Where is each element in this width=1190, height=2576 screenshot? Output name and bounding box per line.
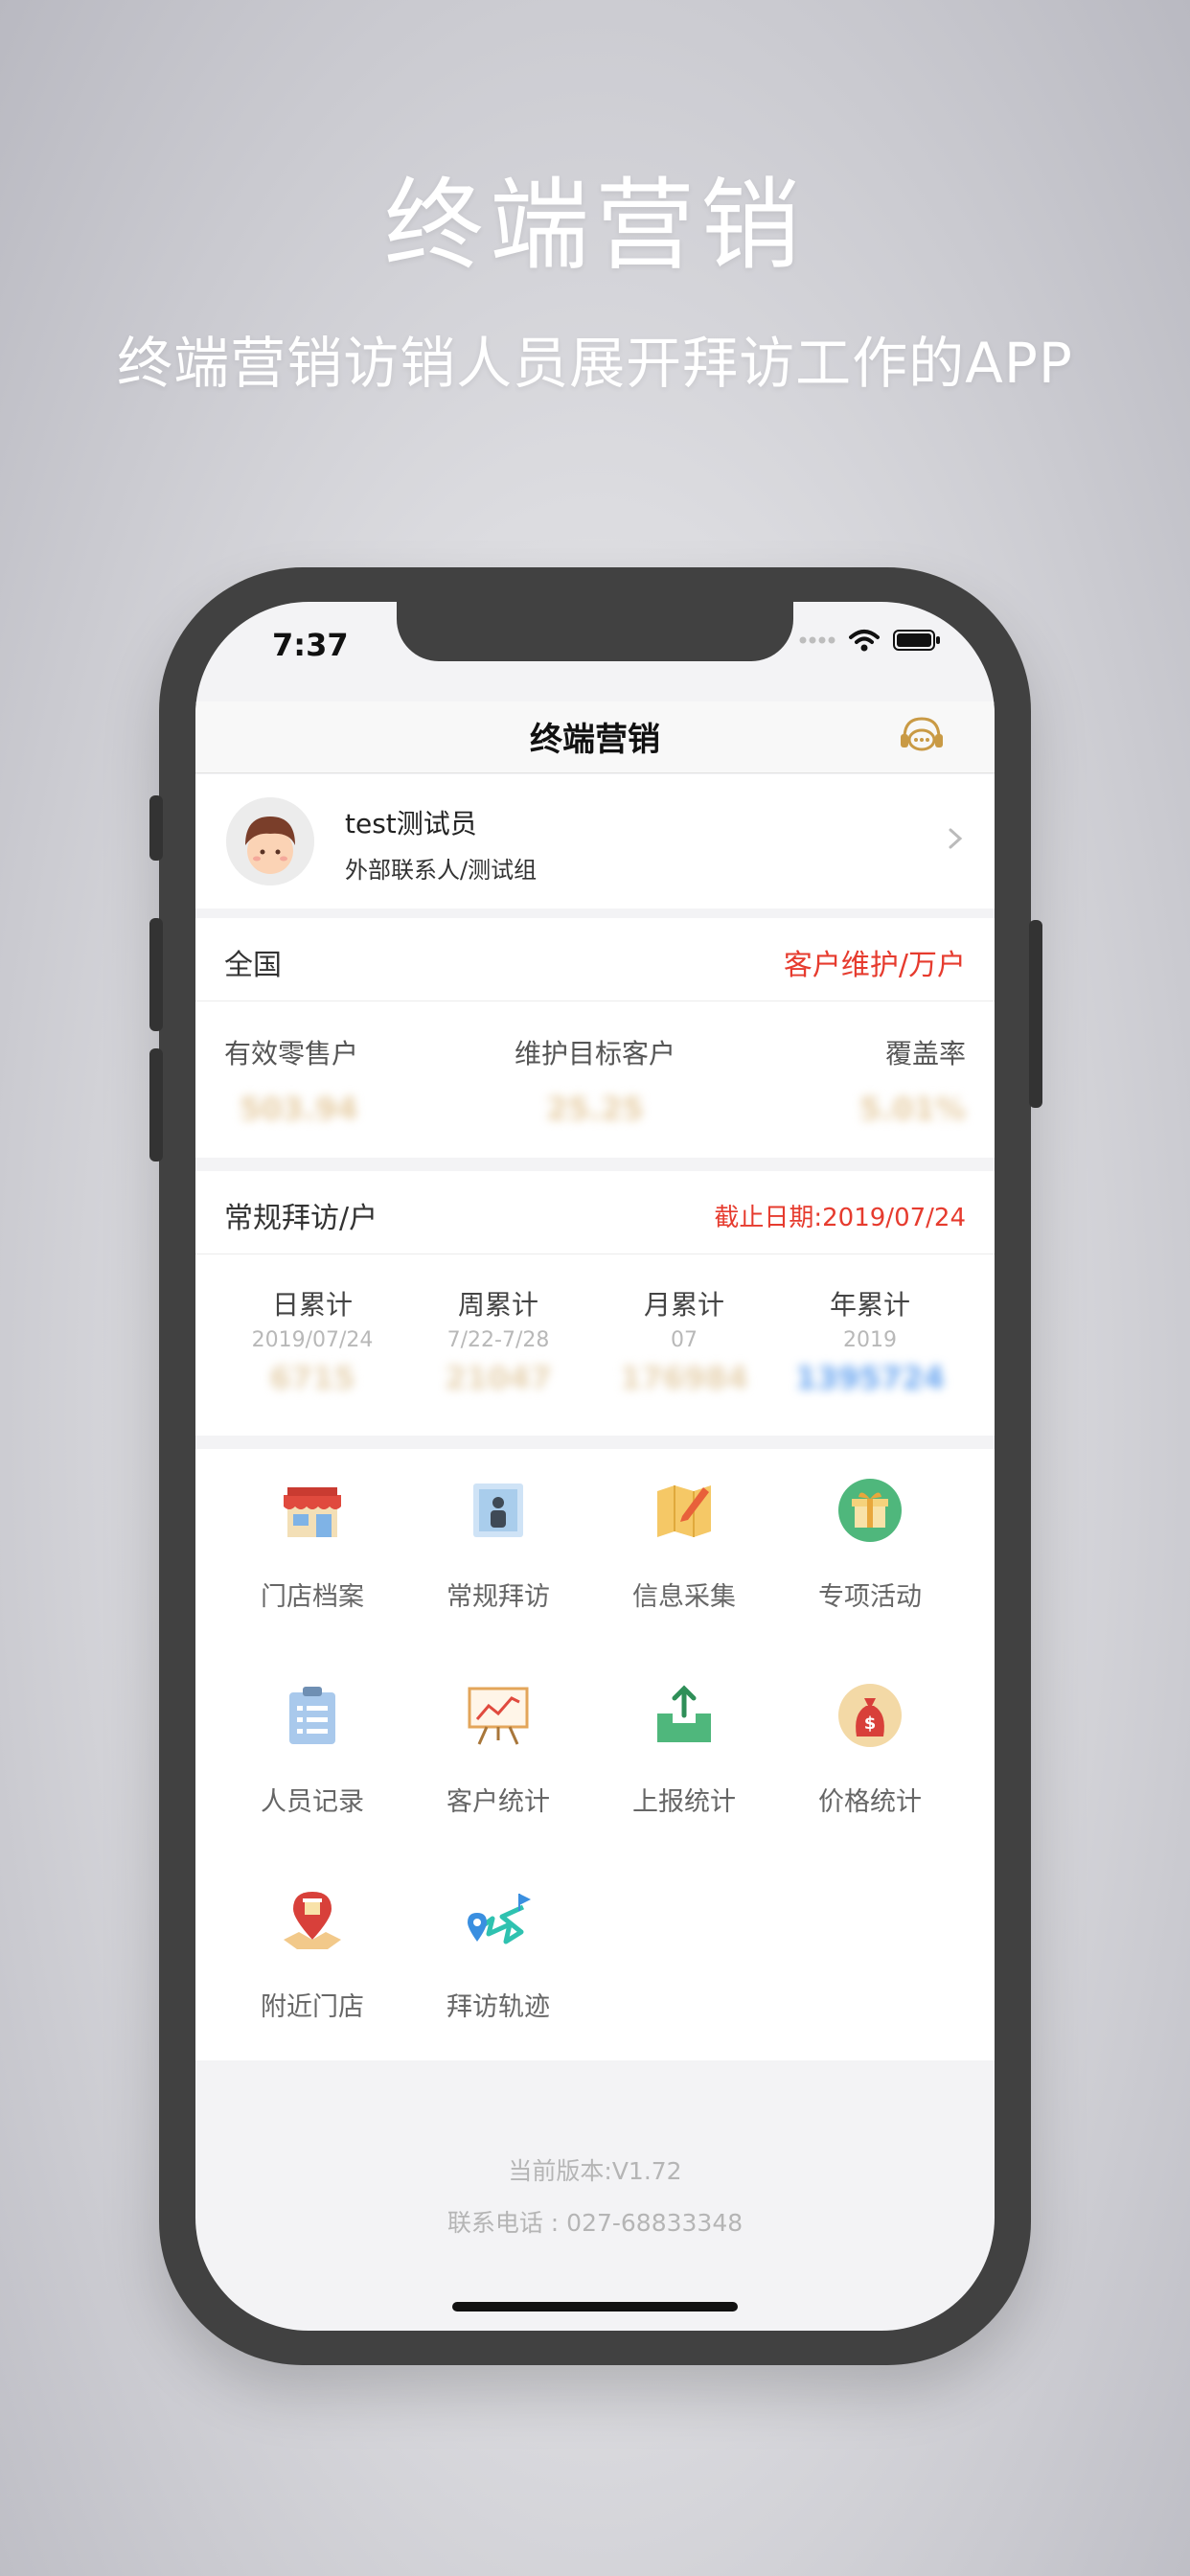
home-indicator[interactable] (452, 2302, 738, 2312)
menu-label: 拜访轨迹 (446, 1992, 550, 2022)
metric-label: 覆盖率 (884, 1038, 966, 1070)
svg-text:$: $ (864, 1714, 877, 1734)
user-org: 外部联系人/测试组 (345, 857, 538, 884)
stat-yearly: 年累计 2019 1395724 (793, 1284, 947, 1396)
menu-nearby-store[interactable]: 附近门店 (220, 1859, 404, 2051)
power-button (1029, 920, 1042, 1108)
chart-board-icon (468, 1687, 529, 1745)
upload-box-icon (657, 1685, 711, 1742)
stat-daily: 日累计 2019/07/24 6715 (236, 1284, 389, 1396)
map-edit-icon (657, 1485, 711, 1537)
menu-special-activity[interactable]: 专项活动 (778, 1449, 962, 1641)
nav-bar: 终端营销 (195, 702, 995, 773)
contact-phone[interactable]: 联系电话 : 027-68833348 (195, 2204, 995, 2239)
avatar (226, 797, 314, 886)
national-header: 全国 客户维护/万户 (195, 918, 995, 1001)
menu-info-collect[interactable]: 信息采集 (592, 1449, 776, 1641)
nearby-pin-icon (284, 1892, 341, 1949)
menu-customer-stats[interactable]: 客户统计 (406, 1654, 590, 1846)
metric-label: 维护目标客户 (514, 1038, 675, 1070)
clipboard-icon (289, 1687, 335, 1744)
stat-value: 21047 (445, 1360, 552, 1396)
user-name: test测试员 (345, 808, 477, 840)
stat-value: 6715 (269, 1360, 355, 1396)
menu-label: 价格统计 (818, 1787, 922, 1817)
battery-icon (893, 630, 940, 651)
menu-label: 信息采集 (632, 1582, 736, 1612)
menu-label: 专项活动 (818, 1582, 922, 1612)
menu-label: 人员记录 (261, 1787, 364, 1817)
visit-person-icon (473, 1484, 523, 1537)
notch (397, 602, 793, 661)
visit-label: 常规拜访/户 (224, 1202, 378, 1235)
menu-staff-record[interactable]: 人员记录 (220, 1654, 404, 1846)
menu-visit-track[interactable]: 拜访轨迹 (406, 1859, 590, 2051)
route-icon (468, 1894, 531, 1944)
national-section: 全国 客户维护/万户 有效零售户 维护目标客户 覆盖率 503.94 25.25… (195, 918, 995, 1158)
menu-label: 门店档案 (261, 1582, 364, 1612)
store-icon (284, 1487, 341, 1537)
menu-regular-visit[interactable]: 常规拜访 (406, 1449, 590, 1641)
silent-switch (149, 795, 163, 861)
stat-date: 07 (671, 1328, 698, 1352)
menu-label: 客户统计 (446, 1787, 550, 1817)
stat-title: 日累计 (271, 1289, 353, 1321)
menu-store-archive[interactable]: 门店档案 (220, 1449, 404, 1641)
status-icons (799, 629, 941, 652)
volume-up-button (149, 918, 163, 1031)
profile-card[interactable]: test测试员 外部联系人/测试组 (195, 774, 995, 908)
promo-subtitle: 终端营销访销人员展开拜访工作的APP (117, 331, 1073, 396)
menu-label: 常规拜访 (446, 1582, 550, 1612)
stat-title: 年累计 (829, 1289, 910, 1321)
wifi-icon (849, 630, 880, 652)
region-label: 全国 (224, 949, 282, 982)
visit-section: 常规拜访/户 截止日期:2019/07/24 日累计 2019/07/24 67… (195, 1171, 995, 1436)
menu-price-stats[interactable]: $ 价格统计 (778, 1654, 962, 1846)
menu-label: 附近门店 (261, 1992, 364, 2022)
stat-value: 1395724 (795, 1360, 945, 1396)
customer-service-icon[interactable] (895, 709, 949, 763)
menu-label: 上报统计 (632, 1787, 736, 1817)
status-time: 7:37 (272, 627, 349, 663)
metric-value: 5.01% (858, 1091, 966, 1127)
stat-monthly: 月累计 07 176984 (607, 1284, 761, 1396)
chevron-right-icon (949, 828, 963, 849)
gift-icon (838, 1479, 902, 1542)
page-title: 终端营销 (530, 721, 660, 759)
visit-header: 常规拜访/户 截止日期:2019/07/24 (195, 1171, 995, 1254)
stat-date: 7/22-7/28 (446, 1328, 550, 1352)
menu-report-stats[interactable]: 上报统计 (592, 1654, 776, 1846)
promo-title: 终端营销 (383, 167, 806, 284)
phone-screen: 7:37 终端营销 test测试员 外部联系人/测试组 全国 客户维护/万户 有… (195, 602, 995, 2331)
stat-weekly: 周累计 7/22-7/28 21047 (422, 1284, 575, 1396)
unit-link[interactable]: 客户维护/万户 (784, 941, 966, 983)
signal-dots-icon (799, 636, 835, 644)
stat-title: 月累计 (643, 1289, 724, 1321)
stat-date: 2019 (843, 1328, 897, 1352)
version-text: 当前版本:V1.72 (508, 2157, 682, 2185)
money-bag-icon: $ (838, 1684, 902, 1747)
menu-grid: 门店档案 常规拜访 信息采集 专项活动 人员记录 客户统计 上报统计 $ 价格统… (195, 1449, 995, 2060)
volume-down-button (149, 1048, 163, 1162)
stat-title: 周累计 (457, 1289, 538, 1321)
stat-date: 2019/07/24 (251, 1328, 374, 1352)
stat-value: 176984 (620, 1360, 748, 1396)
deadline-text: 截止日期:2019/07/24 (714, 1204, 966, 1232)
